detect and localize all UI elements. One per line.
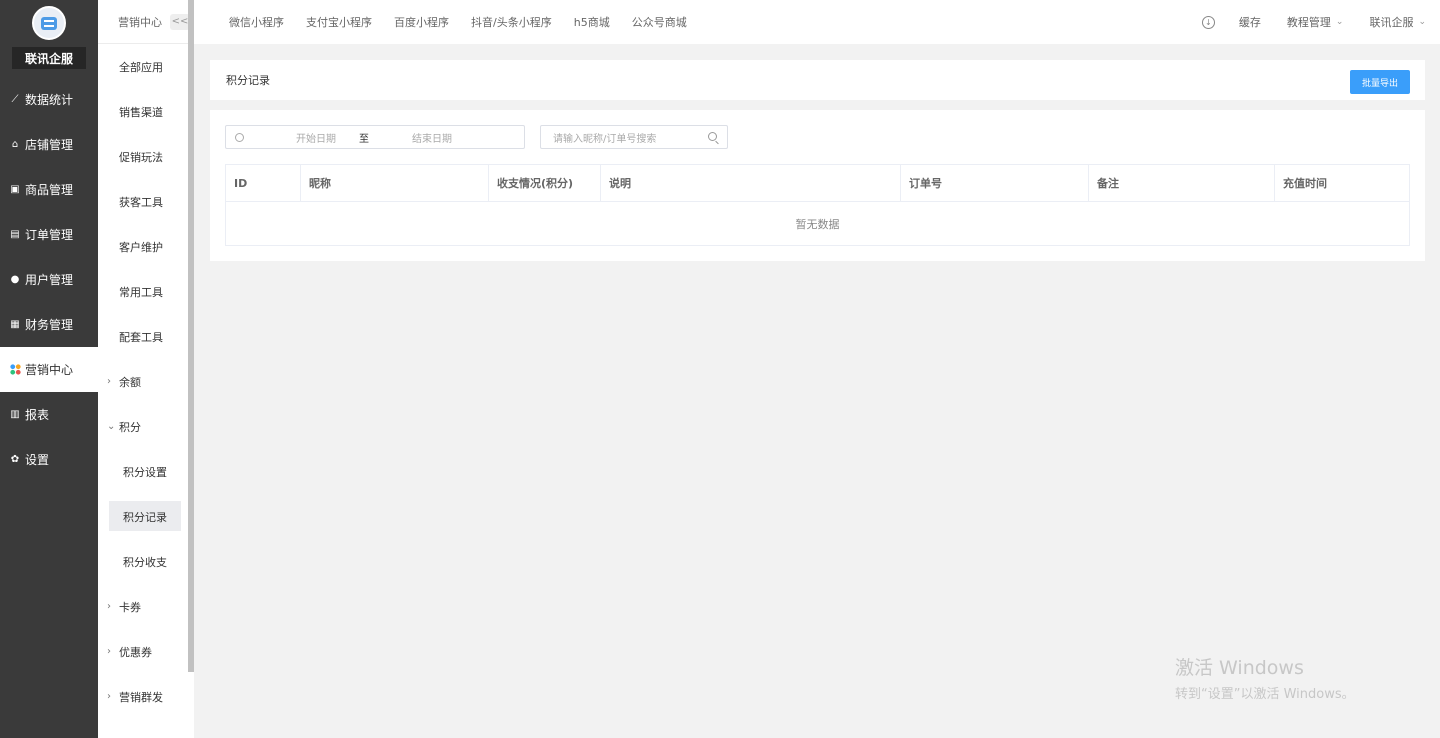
sidebar-item-users[interactable]: ● 用户管理	[0, 257, 98, 302]
subnav-item-sales-channel[interactable]: 销售渠道	[98, 89, 194, 134]
tab-douyin-miniapp[interactable]: 抖音/头条小程序	[471, 14, 552, 30]
subnav-item-points-settings[interactable]: 积分设置	[98, 449, 194, 494]
windows-activation-watermark: 激活 Windows 转到“设置”以激活 Windows。	[1175, 653, 1355, 702]
subnav-item-support-tools[interactable]: 配套工具	[98, 314, 194, 359]
user-icon: ●	[10, 274, 20, 285]
column-header-points-change: 收支情况(积分)	[488, 164, 601, 202]
empty-text: 暂无数据	[225, 201, 1410, 246]
column-header-nickname: 昵称	[300, 164, 489, 202]
main-sidebar: 联讯企服 ⟋ 数据统计 ⌂ 店铺管理 ▣ 商品管理 ▤ 订单管理 ● 用户管理 ▦ 财务管理…	[0, 0, 98, 738]
sidebar-item-goods[interactable]: ▣ 商品管理	[0, 167, 98, 212]
column-header-order-no: 订单号	[900, 164, 1089, 202]
tab-h5-mall[interactable]: h5商城	[574, 14, 610, 30]
date-range-picker[interactable]: 开始日期 至 结束日期	[225, 125, 525, 149]
subnav-group-balance[interactable]: › 余额	[98, 359, 194, 404]
column-header-remark: 备注	[1088, 164, 1275, 202]
tab-wechat-miniapp[interactable]: 微信小程序	[229, 14, 284, 30]
chevron-down-icon: ⌄	[1418, 17, 1426, 27]
top-right-tools: ↓ 缓存 教程管理 ⌄ 联讯企服 ⌄	[1201, 14, 1440, 30]
table-header-row: ID 昵称 收支情况(积分) 说明 订单号 备注 充值时间	[225, 164, 1410, 202]
logo-icon[interactable]	[32, 6, 66, 40]
column-header-description: 说明	[600, 164, 901, 202]
sidebar-item-finance[interactable]: ▦ 财务管理	[0, 302, 98, 347]
page-header-card: 积分记录 批量导出	[210, 60, 1425, 100]
chevron-right-icon: ›	[107, 376, 111, 387]
sub-sidebar: 营销中心 << 全部应用 销售渠道 促销玩法 获客工具 客户维护 常用工具 配套…	[98, 0, 194, 738]
tab-baidu-miniapp[interactable]: 百度小程序	[394, 14, 449, 30]
sidebar-item-marketing[interactable]: 营销中心	[0, 347, 98, 392]
store-icon: ⌂	[11, 139, 19, 150]
box-icon: ▣	[10, 184, 20, 195]
sidebar-item-store[interactable]: ⌂ 店铺管理	[0, 122, 98, 167]
search-placeholder: 请输入昵称/订单号搜索	[553, 133, 657, 145]
wallet-icon: ▦	[10, 319, 20, 330]
tutorial-dropdown[interactable]: 教程管理 ⌄	[1287, 14, 1344, 30]
brand-name: 联讯企服	[12, 47, 86, 69]
column-header-recharge-time: 充值时间	[1274, 164, 1410, 202]
sidebar-item-reports[interactable]: ▥ 报表	[0, 392, 98, 437]
chevron-down-icon: ⌄	[107, 421, 116, 432]
chevron-down-icon: ⌄	[1335, 17, 1344, 27]
search-input[interactable]: 请输入昵称/订单号搜索	[540, 125, 728, 149]
watermark-line2: 转到“设置”以激活 Windows。	[1175, 687, 1355, 702]
subnav-item-all-apps[interactable]: 全部应用	[98, 44, 194, 89]
sub-sidebar-title: 营销中心	[118, 15, 162, 29]
chevron-right-icon: ›	[107, 646, 111, 657]
subnav-item-acquisition[interactable]: 获客工具	[98, 179, 194, 224]
subnav-group-coupons[interactable]: › 优惠券	[98, 629, 194, 674]
tab-official-account-mall[interactable]: 公众号商城	[632, 14, 687, 30]
records-table: ID 昵称 收支情况(积分) 说明 订单号 备注 充值时间 暂无数据	[225, 164, 1410, 246]
clock-icon	[235, 132, 244, 142]
order-icon: ▤	[10, 229, 20, 240]
subnav-item-points-records[interactable]: 积分记录	[98, 494, 194, 539]
top-bar: 微信小程序 支付宝小程序 百度小程序 抖音/头条小程序 h5商城 公众号商城 ↓…	[194, 0, 1440, 44]
marketing-icon	[9, 364, 21, 376]
gear-icon: ✿	[10, 454, 20, 465]
subnav-item-points-income[interactable]: 积分收支	[98, 539, 194, 584]
tab-alipay-miniapp[interactable]: 支付宝小程序	[306, 14, 372, 30]
subnav-item-customer-care[interactable]: 客户维护	[98, 224, 194, 269]
sub-sidebar-header: 营销中心 <<	[98, 0, 194, 44]
chevron-right-icon: ›	[107, 691, 111, 702]
account-dropdown[interactable]: 联讯企服 ⌄	[1369, 14, 1426, 30]
table-empty-row: 暂无数据	[225, 201, 1410, 246]
platform-tabs: 微信小程序 支付宝小程序 百度小程序 抖音/头条小程序 h5商城 公众号商城	[194, 14, 709, 30]
page-title: 积分记录	[226, 74, 270, 87]
chart-line-icon: ⟋	[11, 94, 19, 105]
subnav-item-common-tools[interactable]: 常用工具	[98, 269, 194, 314]
start-date-input[interactable]: 开始日期	[281, 130, 351, 145]
search-icon[interactable]	[708, 132, 717, 141]
column-header-id: ID	[225, 164, 301, 202]
batch-export-button[interactable]: 批量导出	[1350, 70, 1410, 94]
end-date-input[interactable]: 结束日期	[397, 130, 467, 145]
subnav-group-mass-message[interactable]: › 营销群发	[98, 674, 194, 719]
subnav-group-points[interactable]: ⌄ 积分	[98, 404, 194, 449]
logo-area: 联讯企服	[0, 0, 98, 72]
sidebar-item-data-stats[interactable]: ⟋ 数据统计	[0, 77, 98, 122]
collapse-button[interactable]: <<	[170, 13, 190, 30]
cache-button[interactable]: 缓存	[1239, 14, 1261, 30]
records-card: 开始日期 至 结束日期 请输入昵称/订单号搜索 ID 昵称 收支情况(积分) 说…	[210, 110, 1425, 261]
chevron-right-icon: ›	[107, 601, 111, 612]
watermark-line1: 激活 Windows	[1175, 657, 1304, 679]
report-icon: ▥	[10, 409, 20, 420]
date-separator: 至	[359, 133, 369, 145]
download-icon[interactable]: ↓	[1201, 15, 1215, 29]
subnav-item-promotions[interactable]: 促销玩法	[98, 134, 194, 179]
sidebar-item-settings[interactable]: ✿ 设置	[0, 437, 98, 482]
sidebar-item-orders[interactable]: ▤ 订单管理	[0, 212, 98, 257]
subnav-group-cards[interactable]: › 卡券	[98, 584, 194, 629]
